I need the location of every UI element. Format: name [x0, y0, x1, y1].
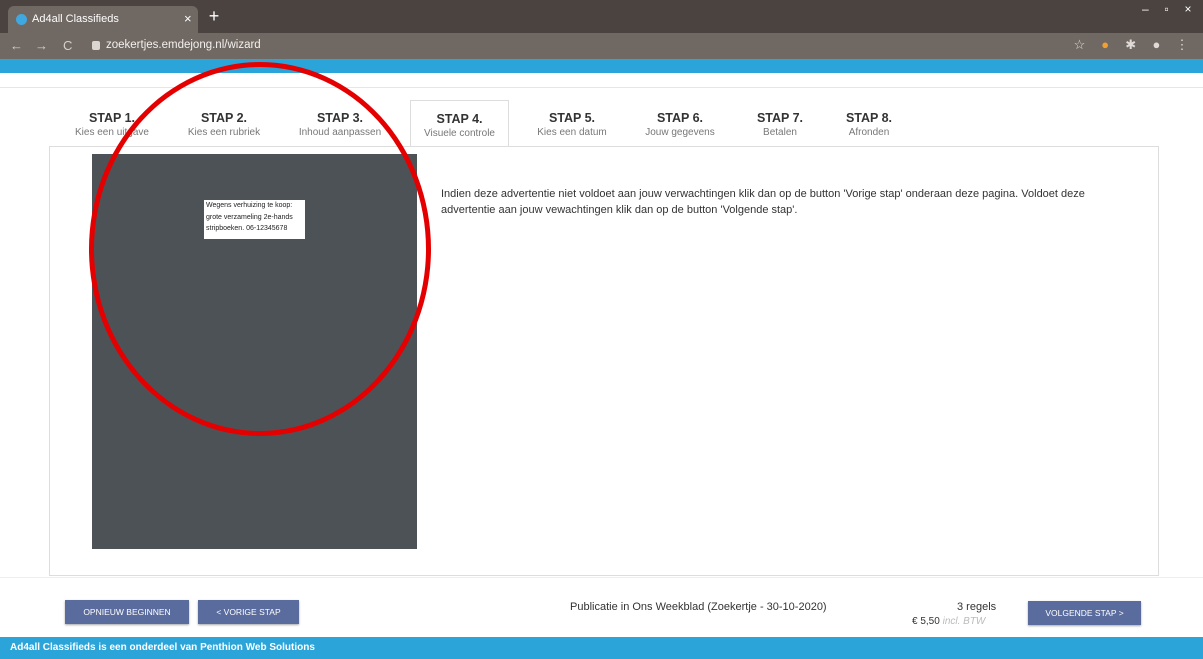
extension-icon[interactable]: ●	[1094, 37, 1116, 52]
line-count: 3 regels	[957, 601, 997, 613]
step-title: STAP 5.	[548, 111, 596, 125]
step-title: STAP 1.	[88, 111, 136, 125]
step-title: STAP 6.	[656, 111, 704, 125]
menu-icon[interactable]: ⋮	[1171, 37, 1193, 53]
step-7[interactable]: STAP 7. Betalen	[734, 100, 826, 147]
bottom-bar-text: Ad4all Classifieds is een onderdeel van …	[10, 642, 315, 653]
step-5[interactable]: STAP 5. Kies een datum	[522, 100, 622, 147]
step-title: STAP 8.	[845, 111, 893, 125]
new-tab-button[interactable]: +	[204, 7, 224, 27]
bookmark-star-icon[interactable]: ☆	[1069, 37, 1091, 53]
step-subtitle: Inhoud aanpassen	[298, 127, 382, 138]
step-3[interactable]: STAP 3. Inhoud aanpassen	[290, 100, 390, 147]
step-title: STAP 7.	[756, 111, 804, 125]
step-1[interactable]: STAP 1. Kies een uitgave	[62, 100, 162, 147]
ad-line: stripboeken. 06-12345678	[206, 225, 288, 232]
tab-close-icon[interactable]: ×	[184, 11, 192, 26]
step-subtitle: Kies een rubriek	[187, 127, 261, 138]
step-subtitle: Betalen	[763, 127, 797, 138]
window-controls: – ▫ ×	[1136, 2, 1197, 16]
ad-line: grote verzameling 2e-hands	[206, 213, 293, 221]
step-4[interactable]: STAP 4. Visuele controle	[410, 100, 509, 147]
step-subtitle: Visuele controle	[424, 128, 495, 139]
forward-icon[interactable]: →	[35, 38, 48, 53]
browser-titlebar: Ad4all Classifieds × + – ▫ ×	[0, 0, 1203, 33]
extensions-puzzle-icon[interactable]: ✱	[1120, 37, 1142, 53]
header-accent-bar	[0, 59, 1203, 73]
divider	[0, 87, 1203, 88]
restore-icon[interactable]: ▫	[1158, 2, 1176, 16]
tab-title: Ad4all Classifieds	[32, 13, 119, 25]
step-subtitle: Kies een datum	[537, 127, 607, 138]
price-amount: € 5,50	[912, 616, 940, 627]
address-bar: ← → C zoekertjes.emdejong.nl/wizard ☆ ● …	[0, 33, 1203, 59]
divider	[0, 577, 1203, 578]
profile-avatar-icon[interactable]: ●	[1145, 37, 1167, 52]
step-8[interactable]: STAP 8. Afronden	[824, 100, 914, 147]
toolbar-icons: ☆ ● ✱ ● ⋮	[1069, 37, 1194, 53]
step-6[interactable]: STAP 6. Jouw gegevens	[630, 100, 730, 147]
step-title: STAP 2.	[200, 111, 248, 125]
step-subtitle: Kies een uitgave	[75, 127, 149, 138]
back-icon[interactable]: ←	[10, 38, 23, 53]
price: € 5,50 incl. BTW	[912, 616, 985, 627]
url-field[interactable]: zoekertjes.emdejong.nl/wizard	[106, 39, 261, 51]
close-window-icon[interactable]: ×	[1179, 2, 1197, 16]
publication-info: Publicatie in Ons Weekblad (Zoekertje - …	[570, 601, 827, 613]
step-title: STAP 4.	[436, 112, 483, 126]
step-subtitle: Jouw gegevens	[645, 127, 715, 138]
ad-preview-text: Wegens verhuizing te koop: grote verzame…	[204, 200, 305, 239]
step-title: STAP 3.	[316, 111, 364, 125]
price-note: incl. BTW	[942, 616, 986, 627]
minimize-icon[interactable]: –	[1136, 2, 1154, 16]
step-2[interactable]: STAP 2. Kies een rubriek	[174, 100, 274, 147]
instruction-text: Indien deze advertentie niet voldoet aan…	[441, 188, 1085, 216]
lock-icon	[92, 41, 100, 50]
restart-button[interactable]: OPNIEUW BEGINNEN	[65, 600, 189, 624]
browser-tab[interactable]: Ad4all Classifieds ×	[8, 6, 198, 33]
favicon-icon	[16, 14, 27, 25]
step-subtitle: Afronden	[848, 127, 890, 138]
ad-line: Wegens verhuizing te koop:	[206, 202, 293, 209]
previous-step-button[interactable]: < VORIGE STAP	[198, 600, 299, 624]
bottom-bar: Ad4all Classifieds is een onderdeel van …	[0, 637, 1203, 659]
next-step-button[interactable]: VOLGENDE STAP >	[1028, 601, 1141, 625]
reload-icon[interactable]: C	[63, 38, 72, 53]
